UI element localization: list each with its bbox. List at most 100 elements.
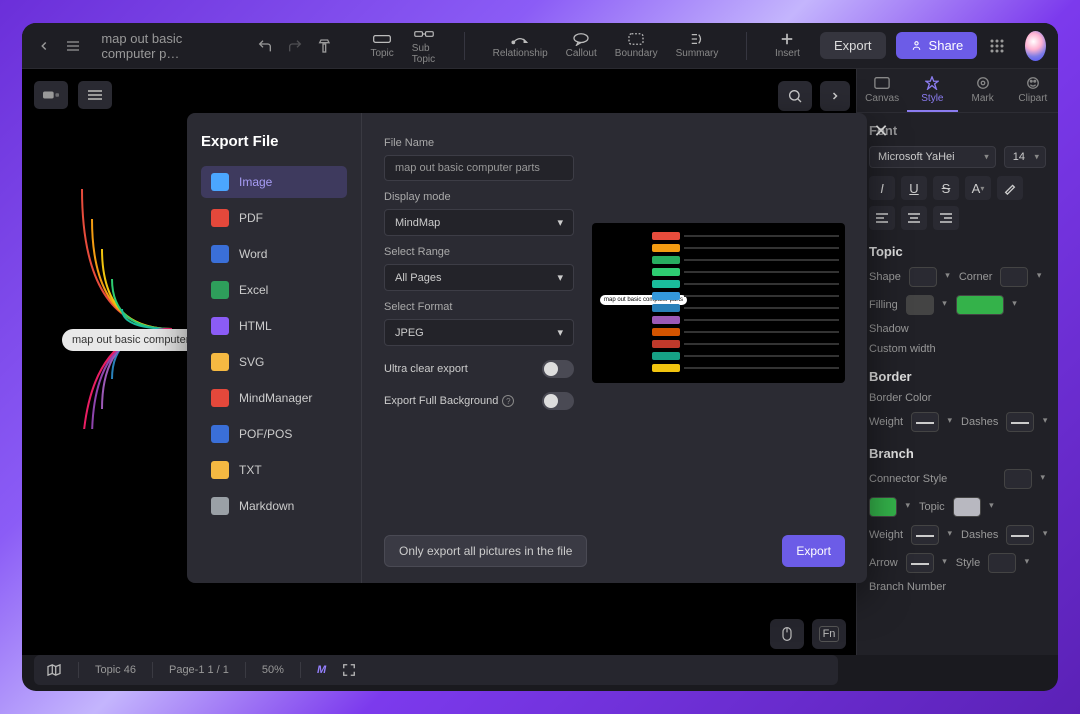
font-family-select[interactable]: Microsoft YaHei▾	[869, 146, 996, 168]
format-item-html[interactable]: HTML	[201, 310, 347, 342]
branch-color-swatch[interactable]	[869, 497, 897, 517]
only-export-pictures-button[interactable]: Only export all pictures in the file	[384, 535, 587, 567]
format-item-pofpos[interactable]: POF/POS	[201, 418, 347, 450]
align-right-button[interactable]	[933, 206, 959, 230]
tool-topic[interactable]: Topic	[370, 32, 393, 59]
apps-grid-button[interactable]	[987, 32, 1007, 60]
file-type-icon	[211, 209, 229, 227]
format-item-image[interactable]: Image	[201, 166, 347, 198]
corner-select[interactable]	[1000, 267, 1028, 287]
select-format-select[interactable]: JPEG▾	[384, 319, 574, 346]
topbar: map out basic computer p… Topic Sub Topi…	[22, 23, 1058, 69]
branch-style-label: Style	[956, 557, 980, 569]
tool-insert[interactable]: Insert	[775, 32, 800, 59]
page-info[interactable]: Page-1 1 / 1	[169, 664, 229, 676]
highlight-button[interactable]	[997, 176, 1023, 200]
branch-dashes-select[interactable]	[1006, 525, 1034, 545]
user-avatar[interactable]	[1025, 31, 1046, 61]
select-format-label: Select Format	[384, 301, 574, 313]
shape-select[interactable]	[909, 267, 937, 287]
format-painter-button[interactable]	[315, 32, 335, 60]
custom-width-label: Custom width	[869, 343, 936, 355]
zoom-level[interactable]: 50%	[262, 664, 284, 676]
strikethrough-button[interactable]: S	[933, 176, 959, 200]
export-full-bg-label: Export Full Background?	[384, 395, 514, 408]
format-item-pdf[interactable]: PDF	[201, 202, 347, 234]
align-center-button[interactable]	[901, 206, 927, 230]
align-left-button[interactable]	[869, 206, 895, 230]
view-mode-thumb-button[interactable]	[34, 81, 68, 109]
tool-callout[interactable]: Callout	[566, 32, 597, 59]
file-name-label: File Name	[384, 137, 574, 149]
file-type-icon	[211, 425, 229, 443]
filling-style-select[interactable]	[906, 295, 934, 315]
expand-panel-button[interactable]	[820, 81, 850, 111]
menu-button[interactable]	[64, 32, 84, 60]
arrow-label: Arrow	[869, 557, 898, 569]
status-bar: Topic 46 Page-1 1 / 1 50% M	[34, 655, 838, 685]
format-item-mindmanager[interactable]: MindManager	[201, 382, 347, 414]
filling-color-swatch[interactable]	[956, 295, 1004, 315]
tool-relationship[interactable]: Relationship	[493, 32, 548, 59]
file-type-icon	[211, 389, 229, 407]
border-dashes-select[interactable]	[1006, 412, 1034, 432]
branch-weight-select[interactable]	[911, 525, 939, 545]
branch-section-title: Branch	[869, 446, 1046, 461]
redo-button[interactable]	[285, 32, 305, 60]
tool-subtopic[interactable]: Sub Topic	[412, 27, 436, 65]
export-button[interactable]: Export	[820, 32, 886, 59]
tab-mark[interactable]: Mark	[958, 69, 1008, 112]
format-item-svg[interactable]: SVG	[201, 346, 347, 378]
mouse-mode-button[interactable]	[770, 619, 804, 649]
tab-canvas[interactable]: Canvas	[857, 69, 907, 112]
file-name-input[interactable]	[384, 155, 574, 181]
fn-button[interactable]: Fn	[812, 619, 846, 649]
arrow-select[interactable]	[906, 553, 934, 573]
tab-clipart[interactable]: Clipart	[1008, 69, 1058, 112]
export-preview: map out basic computer parts	[592, 223, 845, 383]
help-icon[interactable]: ?	[502, 395, 514, 407]
ultra-clear-label: Ultra clear export	[384, 363, 468, 375]
file-type-icon	[211, 353, 229, 371]
share-button[interactable]: Share	[896, 32, 978, 59]
document-title: map out basic computer p…	[93, 31, 223, 61]
export-full-bg-toggle[interactable]	[542, 392, 574, 410]
shadow-label: Shadow	[869, 323, 909, 335]
tool-summary[interactable]: Summary	[676, 32, 719, 59]
fullscreen-icon[interactable]	[342, 663, 356, 677]
view-mode-list-button[interactable]	[78, 81, 112, 109]
format-item-excel[interactable]: Excel	[201, 274, 347, 306]
map-icon[interactable]	[46, 664, 62, 676]
tool-group: Topic Sub Topic Relationship Callout Bou…	[370, 27, 800, 65]
back-button[interactable]	[34, 32, 54, 60]
center-topic-node[interactable]: map out basic computer	[62, 329, 199, 351]
file-type-icon	[211, 173, 229, 191]
format-item-txt[interactable]: TXT	[201, 454, 347, 486]
underline-button[interactable]: U	[901, 176, 927, 200]
brand-icon: M	[317, 664, 326, 676]
side-panel: Canvas Style Mark Clipart Font Microsoft…	[856, 69, 1058, 655]
italic-button[interactable]: I	[869, 176, 895, 200]
format-item-word[interactable]: Word	[201, 238, 347, 270]
connector-select[interactable]	[1004, 469, 1032, 489]
close-modal-button[interactable]: ✕	[869, 119, 893, 143]
select-range-select[interactable]: All Pages▾	[384, 264, 574, 291]
ultra-clear-toggle[interactable]	[542, 360, 574, 378]
topic-color-swatch[interactable]	[953, 497, 981, 517]
search-button[interactable]	[778, 81, 812, 111]
branch-weight-label: Weight	[869, 529, 903, 541]
file-type-icon	[211, 245, 229, 263]
tab-style[interactable]: Style	[907, 69, 957, 112]
border-weight-select[interactable]	[911, 412, 939, 432]
file-type-icon	[211, 281, 229, 299]
format-item-markdown[interactable]: Markdown	[201, 490, 347, 522]
tool-boundary[interactable]: Boundary	[615, 32, 658, 59]
font-size-select[interactable]: 14▾	[1004, 146, 1046, 168]
shape-label: Shape	[869, 271, 901, 283]
undo-button[interactable]	[255, 32, 275, 60]
modal-export-button[interactable]: Export	[782, 535, 845, 567]
font-color-button[interactable]: A▾	[965, 176, 991, 200]
branch-style-select[interactable]	[988, 553, 1016, 573]
display-mode-select[interactable]: MindMap▾	[384, 209, 574, 236]
file-type-icon	[211, 461, 229, 479]
